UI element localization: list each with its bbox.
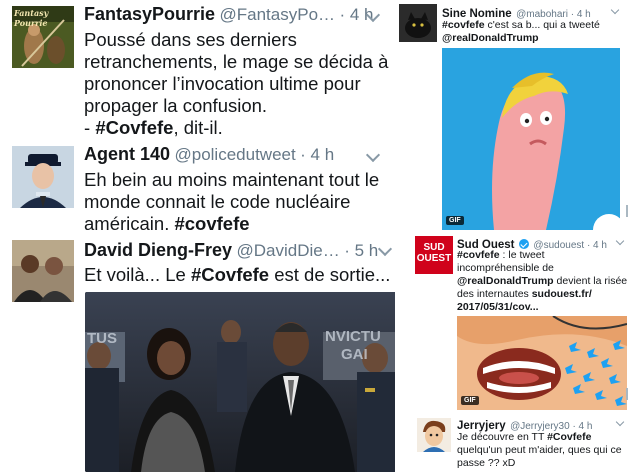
mention-link[interactable]: @realDonaldTrump bbox=[457, 275, 554, 287]
text-fragment: est de sortie... bbox=[269, 264, 391, 285]
hashtag-link[interactable]: #covfefe bbox=[174, 213, 249, 234]
text-fragment: Et voilà... Le bbox=[84, 264, 191, 285]
text-line: monde connait le code nucléaire bbox=[84, 191, 351, 212]
hashtag-link[interactable]: #Covfefe bbox=[547, 431, 591, 443]
backdrop-text: NVICTU bbox=[325, 328, 381, 345]
tweet-header: Agent 140 @policedutweet · 4 h bbox=[84, 144, 334, 165]
right-feed: Sine Nomine @mabohari · 4 h #covfefe c'e… bbox=[395, 0, 630, 472]
gif-badge: GIF bbox=[461, 396, 479, 405]
avatar-caption: Fantasy Pourrie bbox=[14, 8, 49, 28]
avatar[interactable] bbox=[417, 418, 451, 452]
author-name[interactable]: David Dieng-Frey bbox=[84, 240, 232, 260]
tweet-time[interactable]: · 4 h bbox=[300, 145, 334, 164]
avatar-image bbox=[417, 418, 451, 452]
tweet-time[interactable]: · 5 h bbox=[344, 241, 378, 260]
text-fragment: Je découvre en TT bbox=[457, 431, 548, 443]
text-line: des internautes sudouest.fr/ bbox=[457, 288, 627, 301]
gif-image bbox=[457, 316, 627, 410]
text-line: @realDonaldTrump devient la risée bbox=[457, 275, 627, 288]
text-line: retranchements, le mage se décida à bbox=[84, 51, 389, 72]
scrollbar-thumb[interactable] bbox=[626, 388, 628, 400]
text-fragment: , dit-il. bbox=[173, 117, 223, 138]
author-handle[interactable]: @FantasyPo… bbox=[220, 5, 336, 24]
text-line: incompréhensible de bbox=[457, 262, 554, 274]
text-line: @realDonaldTrump bbox=[442, 32, 627, 45]
text-line: 2017/05/31/cov... bbox=[457, 301, 627, 314]
tweet-jerryjery[interactable]: Jerryjery @Jerryjery30 · 4 h Je découvre… bbox=[395, 410, 630, 472]
hashtag-link[interactable]: #covfefe bbox=[442, 19, 485, 31]
tweet-daviddiengfrey[interactable]: David Dieng-Frey @DavidDie… · 5 h Et voi… bbox=[0, 236, 402, 472]
text-fragment: c'est sa b... qui a tweeté bbox=[484, 19, 600, 31]
tweet-gif[interactable]: GIF bbox=[442, 48, 620, 230]
text-line: Poussé dans ses derniers bbox=[84, 29, 297, 50]
hashtag-link[interactable]: #covfefe bbox=[457, 249, 500, 261]
text-fragment: devient la risée bbox=[553, 275, 628, 287]
tweet-header: FantasyPourrie @FantasyPo… · 4 h bbox=[84, 4, 374, 25]
photo-image bbox=[85, 292, 399, 472]
tweet-text: #covfefe : le tweet incompréhensible de … bbox=[457, 249, 627, 314]
gif-badge: GIF bbox=[446, 216, 464, 225]
text-line: Eh bein au moins maintenant tout le bbox=[84, 169, 380, 190]
chevron-down-icon[interactable] bbox=[615, 417, 625, 427]
text-fragment: américain. bbox=[84, 213, 175, 234]
text-line: passe ?? xD bbox=[457, 457, 516, 469]
avatar[interactable]: Fantasy Pourrie bbox=[12, 6, 74, 68]
avatar-image bbox=[399, 4, 437, 42]
avatar[interactable] bbox=[12, 146, 74, 208]
avatar[interactable] bbox=[12, 240, 74, 302]
logo-line: OUEST bbox=[416, 253, 452, 264]
gif-image bbox=[442, 48, 620, 230]
text-fragment: - bbox=[84, 117, 96, 138]
tweet-agent140[interactable]: Agent 140 @policedutweet · 4 h Eh bein a… bbox=[0, 140, 402, 236]
tweet-photo[interactable]: TUS NVICTU GAI bbox=[85, 292, 399, 472]
tweet-fantasypourrie[interactable]: Fantasy Pourrie FantasyPourrie @FantasyP… bbox=[0, 0, 402, 140]
avatar-image bbox=[12, 240, 74, 302]
text-line: #covfefe c'est sa b... qui a tweeté bbox=[442, 19, 627, 32]
tweet-sudouest[interactable]: SUD OUEST Sud Ouest @sudouest · 4 h #cov… bbox=[395, 232, 630, 410]
text-line: Je découvre en TT #Covfefe bbox=[457, 431, 627, 444]
sud-ouest-logo[interactable]: SUD OUEST bbox=[415, 236, 453, 274]
text-line: - #Covfefe, dit-il. bbox=[84, 117, 396, 139]
url-link[interactable]: 2017/05/31/cov... bbox=[457, 301, 539, 313]
chevron-down-icon[interactable] bbox=[610, 5, 620, 15]
chevron-down-icon[interactable] bbox=[615, 236, 625, 246]
text-line: quelqu'un peut m'aider, ques qui ce bbox=[457, 444, 622, 456]
chevron-down-icon[interactable] bbox=[365, 147, 381, 163]
text-line: prononcer l’invocation ultime pour bbox=[84, 73, 361, 94]
tweet-text: Eh bein au moins maintenant tout le mond… bbox=[84, 169, 396, 235]
tweet-header: David Dieng-Frey @DavidDie… · 5 h bbox=[84, 240, 378, 261]
tweet-text: Je découvre en TT #Covfefe quelqu'un peu… bbox=[457, 431, 627, 470]
author-handle[interactable]: @DavidDie… bbox=[237, 241, 340, 260]
author-name[interactable]: Agent 140 bbox=[84, 144, 170, 164]
url-link[interactable]: sudouest.fr/ bbox=[532, 288, 592, 300]
hashtag-link[interactable]: #Covfefe bbox=[95, 117, 173, 138]
tweet-gif[interactable]: GIF bbox=[457, 316, 627, 410]
chevron-down-icon[interactable] bbox=[377, 241, 393, 257]
tweet-text: Et voilà... Le #Covfefe est de sortie... bbox=[84, 264, 400, 286]
scrollbar-thumb[interactable] bbox=[626, 205, 628, 217]
tweet-sinenomine[interactable]: Sine Nomine @mabohari · 4 h #covfefe c'e… bbox=[395, 0, 630, 232]
text-fragment: des internautes bbox=[457, 288, 532, 300]
hashtag-link[interactable]: #Covfefe bbox=[191, 264, 269, 285]
tweet-text: #covfefe c'est sa b... qui a tweeté @rea… bbox=[442, 19, 627, 45]
backdrop-text: TUS bbox=[87, 330, 117, 347]
text-line: américain. #covfefe bbox=[84, 213, 396, 235]
author-name[interactable]: FantasyPourrie bbox=[84, 4, 215, 24]
avatar-image bbox=[12, 146, 74, 208]
left-feed: Fantasy Pourrie FantasyPourrie @FantasyP… bbox=[0, 0, 402, 472]
text-line: #covfefe : le tweet bbox=[457, 249, 627, 262]
verified-badge-icon bbox=[518, 239, 529, 249]
tweet-text: Poussé dans ses derniers retranchements,… bbox=[84, 29, 396, 139]
backdrop-text: GAI bbox=[341, 346, 368, 363]
author-handle[interactable]: @policedutweet bbox=[174, 145, 295, 164]
text-line: propager la confusion. bbox=[84, 95, 268, 116]
avatar[interactable] bbox=[399, 4, 437, 42]
mention-link[interactable]: @realDonaldTrump bbox=[442, 32, 539, 44]
logo-text: SUD OUEST bbox=[415, 242, 453, 264]
logo-line: SUD bbox=[423, 242, 445, 253]
text-fragment: : le tweet bbox=[499, 249, 545, 261]
